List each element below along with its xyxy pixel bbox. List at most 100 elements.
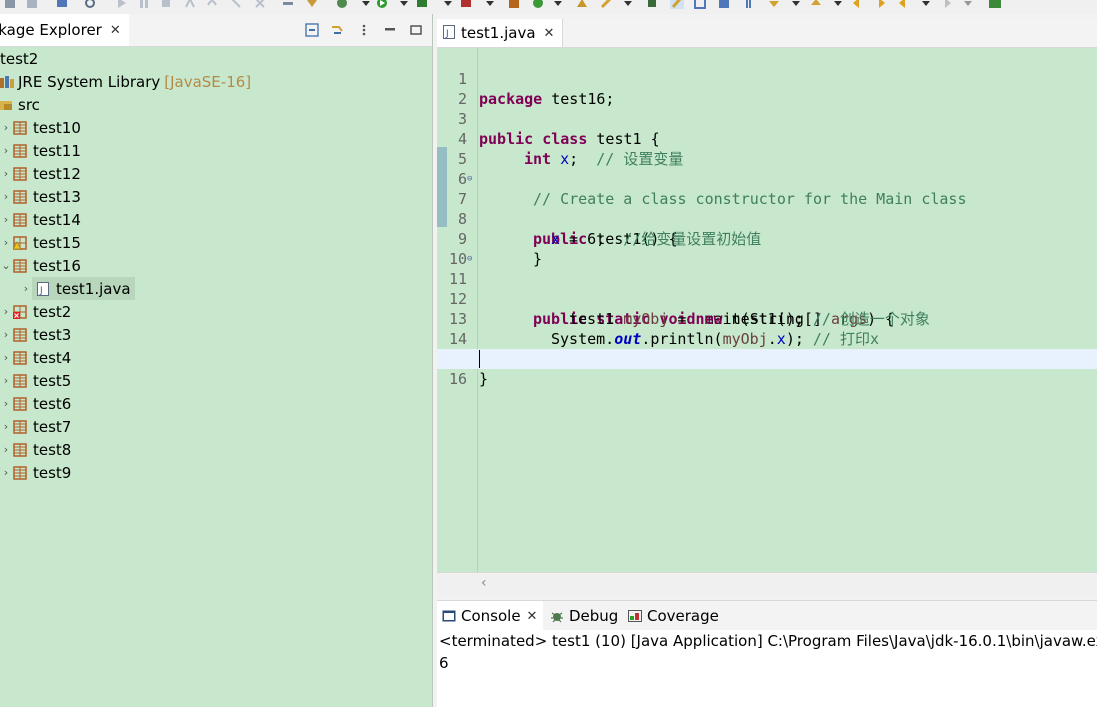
close-icon[interactable]: ✕ xyxy=(544,26,555,41)
link-with-editor-icon[interactable] xyxy=(330,22,346,38)
package-item[interactable]: › test5 xyxy=(0,369,72,392)
next-annotation-dropdown-icon[interactable] xyxy=(790,0,802,11)
project-item[interactable]: test2 xyxy=(0,47,38,70)
terminate-icon[interactable] xyxy=(160,0,172,11)
package-explorer-tab[interactable]: ckage Explorer ✕ xyxy=(0,14,129,46)
source-folder-item[interactable]: src xyxy=(0,93,40,116)
toggle-block-selection-icon[interactable] xyxy=(694,0,706,11)
fold-icon[interactable]: ⊖ xyxy=(467,249,472,269)
package-item-expanded[interactable]: ⌄ test16 xyxy=(0,254,81,277)
scroll-left-icon[interactable]: ‹ xyxy=(481,575,487,591)
package-item[interactable]: › test13 xyxy=(0,185,81,208)
coverage-dropdown-icon[interactable] xyxy=(442,0,454,11)
package-item[interactable]: › test11 xyxy=(0,139,81,162)
tree-item-label: test13 xyxy=(33,187,81,206)
toggle-breadcrumb-icon[interactable] xyxy=(646,0,658,11)
debug-icon[interactable] xyxy=(336,0,348,11)
chevron-right-icon[interactable]: › xyxy=(0,443,12,456)
forward-icon[interactable] xyxy=(940,0,952,11)
chevron-right-icon[interactable]: › xyxy=(0,420,12,433)
open-task-dropdown-icon[interactable] xyxy=(622,0,634,11)
chevron-right-icon[interactable]: › xyxy=(0,351,12,364)
package-warning-icon xyxy=(12,235,28,251)
prev-annotation-dropdown-icon[interactable] xyxy=(832,0,844,11)
chevron-right-icon[interactable]: › xyxy=(0,121,12,134)
chevron-right-icon[interactable]: › xyxy=(20,282,32,295)
package-item[interactable]: › test7 xyxy=(0,415,72,438)
chevron-right-icon[interactable]: › xyxy=(0,305,12,318)
print-icon[interactable] xyxy=(56,0,68,11)
package-item[interactable]: › test4 xyxy=(0,346,72,369)
coverage-icon[interactable] xyxy=(416,0,428,11)
back-icon[interactable] xyxy=(898,0,910,11)
next-annotation-icon[interactable] xyxy=(768,0,780,11)
open-perspective-icon[interactable] xyxy=(988,0,1001,11)
resume-icon[interactable] xyxy=(116,0,128,11)
new-class-icon[interactable] xyxy=(532,0,544,11)
chevron-right-icon[interactable]: › xyxy=(0,236,12,249)
package-item[interactable]: › test6 xyxy=(0,392,72,415)
forward-dropdown-icon[interactable] xyxy=(962,0,974,11)
forward-edit-icon[interactable] xyxy=(874,0,886,11)
pilcrow-icon[interactable] xyxy=(742,0,754,11)
package-item[interactable]: › test14 xyxy=(0,208,81,231)
collapse-all-icon[interactable] xyxy=(304,22,320,38)
chevron-down-icon[interactable]: ⌄ xyxy=(0,259,12,272)
chevron-right-icon[interactable]: › xyxy=(0,466,12,479)
package-item[interactable]: › test8 xyxy=(0,438,72,461)
editor-horizontal-scrollbar[interactable]: ‹ xyxy=(437,572,1097,595)
open-task-icon[interactable] xyxy=(600,0,612,11)
console-view[interactable]: <terminated> test1 (10) [Java Applicatio… xyxy=(437,630,1097,707)
chevron-right-icon[interactable]: › xyxy=(0,397,12,410)
save-all-icon[interactable] xyxy=(26,0,38,11)
package-item[interactable]: › test3 xyxy=(0,323,72,346)
step-into-icon[interactable] xyxy=(184,0,196,11)
skip-breakpoints-icon[interactable] xyxy=(254,0,266,11)
jre-library-item[interactable]: JRE System Library [JavaSE-16] xyxy=(0,70,251,93)
step-return-icon[interactable] xyxy=(230,0,242,11)
close-icon[interactable]: ✕ xyxy=(527,609,538,624)
package-item[interactable]: › test10 xyxy=(0,116,81,139)
new-class-dropdown-icon[interactable] xyxy=(552,0,564,11)
skip-all-icon[interactable] xyxy=(282,0,294,11)
maximize-icon[interactable] xyxy=(408,22,424,38)
use-step-filters-icon[interactable] xyxy=(306,0,318,11)
search-icon[interactable] xyxy=(84,0,96,11)
fold-icon[interactable]: ⊖ xyxy=(467,169,472,189)
tab-console[interactable]: Console ✕ xyxy=(437,601,544,631)
package-item[interactable]: › test9 xyxy=(0,461,72,484)
chevron-right-icon[interactable]: › xyxy=(0,328,12,341)
debug-dropdown-icon[interactable] xyxy=(360,0,372,11)
code-editor[interactable]: 1 package test16; 2 3 public class test1… xyxy=(437,48,1097,572)
java-file-item[interactable]: › J test1.java xyxy=(20,277,135,300)
external-tools-icon[interactable] xyxy=(460,0,472,11)
back-dropdown-icon[interactable] xyxy=(920,0,932,11)
suspend-icon[interactable] xyxy=(138,0,150,11)
step-over-icon[interactable] xyxy=(206,0,218,11)
prev-annotation-icon[interactable] xyxy=(810,0,822,11)
new-java-project-icon[interactable] xyxy=(508,0,520,11)
run-icon[interactable] xyxy=(376,0,388,11)
external-tools-dropdown-icon[interactable] xyxy=(484,0,496,11)
chevron-right-icon[interactable]: › xyxy=(0,167,12,180)
chevron-right-icon[interactable]: › xyxy=(0,190,12,203)
package-item[interactable]: › test15 xyxy=(0,231,81,254)
last-edit-icon[interactable] xyxy=(852,0,864,11)
chevron-right-icon[interactable]: › xyxy=(0,374,12,387)
chevron-right-icon[interactable]: › xyxy=(0,213,12,226)
close-icon[interactable]: ✕ xyxy=(110,23,121,38)
package-item[interactable]: › test12 xyxy=(0,162,81,185)
show-whitespace-icon[interactable] xyxy=(718,0,730,11)
run-dropdown-icon[interactable] xyxy=(398,0,410,11)
editor-tab-test1-java[interactable]: J test1.java ✕ xyxy=(437,19,564,47)
open-type-icon[interactable] xyxy=(576,0,588,11)
minimize-icon[interactable] xyxy=(382,22,398,38)
save-icon[interactable] xyxy=(4,0,16,11)
selected-item[interactable]: J test1.java xyxy=(32,277,135,300)
toggle-mark-occurrences-icon[interactable] xyxy=(670,0,684,11)
view-menu-icon[interactable] xyxy=(356,22,372,38)
chevron-right-icon[interactable]: › xyxy=(0,144,12,157)
package-item[interactable]: › test2 xyxy=(0,300,72,323)
tab-coverage[interactable]: Coverage xyxy=(627,601,719,631)
tab-debug[interactable]: Debug xyxy=(549,601,618,631)
